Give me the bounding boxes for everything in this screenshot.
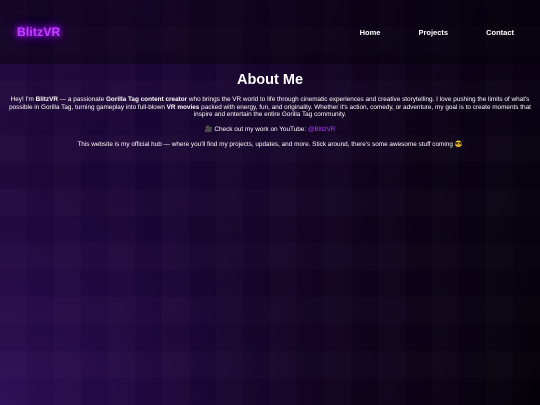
- creator-name: BlitzVR: [35, 96, 58, 103]
- nav-home-link[interactable]: Home: [360, 28, 381, 37]
- hub-text: This website is my official hub — where …: [77, 141, 455, 149]
- creator-role: Gorilla Tag content creator: [105, 96, 188, 103]
- main-nav: Home Projects Contact: [322, 28, 514, 37]
- about-intro-paragraph: Hey! I'm BlitzVR — a passionate Gorilla …: [4, 96, 536, 119]
- vr-movies-highlight: VR movies: [166, 103, 200, 111]
- site-logo[interactable]: BlitzVR: [17, 25, 60, 39]
- intro-text-1: Hey! I'm: [10, 96, 36, 103]
- site-header: BlitzVR Home Projects Contact: [0, 0, 540, 64]
- about-title: About Me: [236, 72, 304, 88]
- hub-paragraph: This website is my official hub — where …: [4, 141, 536, 149]
- intro-text-4: packed with energy, fun, and originality…: [193, 103, 531, 119]
- youtube-text: Check out my work on YouTube:: [212, 125, 308, 133]
- camera-icon: 🎥: [204, 125, 213, 133]
- nav-projects-link[interactable]: Projects: [418, 28, 448, 37]
- sunglasses-emoji-icon: 😎: [454, 141, 463, 149]
- about-section: About Me Hey! I'm BlitzVR — a passionate…: [0, 64, 540, 149]
- youtube-handle-link[interactable]: @BlitzVR: [308, 126, 335, 133]
- youtube-line: 🎥 Check out my work on YouTube: @BlitzVR: [4, 126, 536, 134]
- intro-text-2: — a passionate: [57, 96, 106, 103]
- nav-contact-link[interactable]: Contact: [486, 28, 514, 37]
